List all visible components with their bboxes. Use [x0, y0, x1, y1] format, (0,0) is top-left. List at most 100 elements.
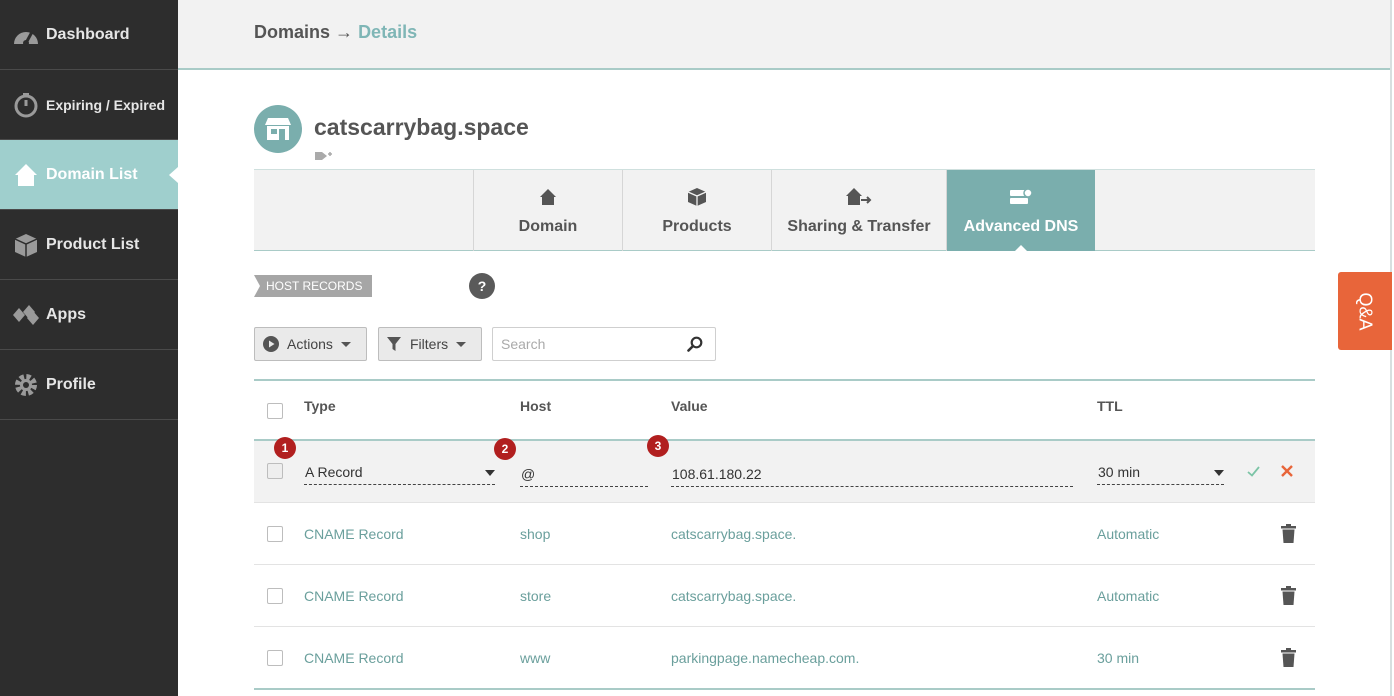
house-icon — [539, 184, 557, 210]
actions-label: Actions — [287, 336, 333, 352]
record-host[interactable]: www — [520, 627, 550, 688]
diamonds-icon — [12, 301, 40, 329]
sidebar-item-label: Profile — [46, 375, 96, 393]
host-records-label: HOST RECORDS — [254, 275, 373, 297]
record-ttl[interactable]: Automatic — [1097, 503, 1159, 564]
table-header: Type Host Value TTL — [254, 381, 1315, 441]
table-row-editing: A Record @ 108.61.180.22 30 min 1 2 3 — [254, 435, 1315, 503]
sidebar-item-label: Apps — [46, 305, 86, 323]
record-host[interactable]: shop — [520, 503, 550, 564]
breadcrumb-current: Details — [358, 22, 418, 42]
trash-icon[interactable] — [1281, 586, 1296, 605]
record-value[interactable]: catscarrybag.space. — [671, 503, 796, 564]
sidebar: Dashboard Expiring / Expired Domain List… — [0, 0, 178, 696]
step-badge-3: 3 — [647, 435, 669, 457]
sidebar-item-profile[interactable]: Profile — [0, 350, 178, 420]
filters-label: Filters — [410, 336, 449, 352]
select-all-checkbox[interactable] — [267, 403, 283, 419]
record-ttl[interactable]: 30 min — [1097, 627, 1139, 688]
chevron-down-icon — [456, 341, 467, 347]
chevron-down-icon — [485, 470, 495, 476]
actions-button[interactable]: Actions — [254, 327, 367, 361]
tab-products[interactable]: Products — [622, 170, 771, 251]
page-title: catscarrybag.space — [314, 114, 529, 140]
tab-label: Advanced DNS — [963, 218, 1079, 235]
funnel-icon — [387, 336, 401, 351]
record-type[interactable]: CNAME Record — [304, 565, 404, 626]
header-ttl: TTL — [1097, 398, 1123, 414]
header: Domains → Details — [178, 0, 1392, 70]
box-icon — [12, 231, 40, 259]
domain-tabs: Domain Products Sharing & Transfer Advan… — [254, 169, 1315, 252]
server-icon — [1009, 184, 1033, 210]
close-icon[interactable] — [1281, 465, 1293, 477]
ttl-select[interactable]: 30 min — [1097, 461, 1224, 485]
chevron-down-icon — [340, 341, 351, 347]
add-tag-icon[interactable] — [315, 150, 333, 162]
sidebar-item-label: Product List — [46, 235, 140, 253]
value-input[interactable]: 108.61.180.22 — [671, 463, 1073, 487]
sidebar-item-label: Domain List — [46, 165, 138, 183]
record-host[interactable]: store — [520, 565, 551, 626]
sidebar-item-product-list[interactable]: Product List — [0, 210, 178, 280]
qa-button[interactable]: Q&A — [1338, 272, 1392, 350]
sidebar-item-apps[interactable]: Apps — [0, 280, 178, 350]
tab-domain[interactable]: Domain — [473, 170, 622, 251]
box-icon — [687, 184, 707, 210]
header-type: Type — [304, 398, 336, 414]
tab-label: Sharing & Transfer — [787, 218, 931, 235]
row-checkbox[interactable] — [267, 588, 283, 604]
row-checkbox[interactable] — [267, 526, 283, 542]
trash-icon[interactable] — [1281, 524, 1296, 543]
step-badge-1: 1 — [274, 437, 296, 459]
chevron-down-icon — [1214, 470, 1224, 476]
storefront-icon — [265, 118, 291, 140]
sidebar-item-label: Expiring / Expired — [46, 96, 166, 113]
row-checkbox[interactable] — [267, 650, 283, 666]
row-checkbox[interactable] — [267, 463, 283, 479]
qa-label: Q&A — [1355, 291, 1376, 331]
header-host: Host — [520, 398, 552, 414]
tab-sharing-transfer[interactable]: Sharing & Transfer — [771, 170, 946, 251]
host-input[interactable]: @ — [520, 463, 648, 487]
search-icon[interactable] — [687, 336, 703, 352]
confirm-icon[interactable] — [1247, 466, 1260, 477]
breadcrumb-arrow: → — [335, 22, 354, 42]
speedometer-icon — [12, 21, 40, 49]
tab-advanced-dns[interactable]: Advanced DNS — [946, 170, 1095, 252]
trash-icon[interactable] — [1281, 648, 1296, 667]
stopwatch-icon — [12, 91, 40, 119]
house-icon — [12, 161, 40, 189]
ttl-value: 30 min — [1098, 464, 1141, 480]
breadcrumb: Domains → Details — [254, 22, 417, 43]
gear-icon — [12, 371, 40, 399]
header-value: Value — [671, 398, 708, 414]
table-row: CNAME Record shop catscarrybag.space. Au… — [254, 503, 1315, 565]
search-input[interactable] — [493, 328, 678, 360]
table-row: CNAME Record www parkingpage.namecheap.c… — [254, 627, 1315, 689]
record-value[interactable]: catscarrybag.space. — [671, 565, 796, 626]
sidebar-item-domain-list[interactable]: Domain List — [0, 140, 178, 210]
breadcrumb-domains-link[interactable]: Domains — [254, 22, 330, 42]
share-house-icon — [846, 184, 872, 210]
tab-label: Domain — [518, 218, 578, 235]
play-circle-icon — [263, 336, 279, 352]
help-icon[interactable]: ? — [469, 273, 495, 299]
sidebar-item-label: Dashboard — [46, 25, 130, 43]
step-badge-2: 2 — [494, 438, 516, 460]
filters-button[interactable]: Filters — [378, 327, 482, 361]
record-value[interactable]: parkingpage.namecheap.com. — [671, 627, 859, 688]
domain-avatar — [254, 105, 302, 153]
sidebar-item-dashboard[interactable]: Dashboard — [0, 0, 178, 70]
type-select[interactable]: A Record — [304, 461, 495, 485]
record-type[interactable]: CNAME Record — [304, 627, 404, 688]
search-box — [492, 327, 716, 361]
table-bottom-border — [254, 688, 1315, 690]
type-value: A Record — [305, 464, 363, 480]
record-type[interactable]: CNAME Record — [304, 503, 404, 564]
sidebar-item-expiring[interactable]: Expiring / Expired — [0, 70, 178, 140]
record-ttl[interactable]: Automatic — [1097, 565, 1159, 626]
value-value: 108.61.180.22 — [672, 466, 762, 482]
host-records-table: Type Host Value TTL A Record @ 108.61.18… — [254, 379, 1315, 689]
host-value: @ — [521, 466, 536, 482]
